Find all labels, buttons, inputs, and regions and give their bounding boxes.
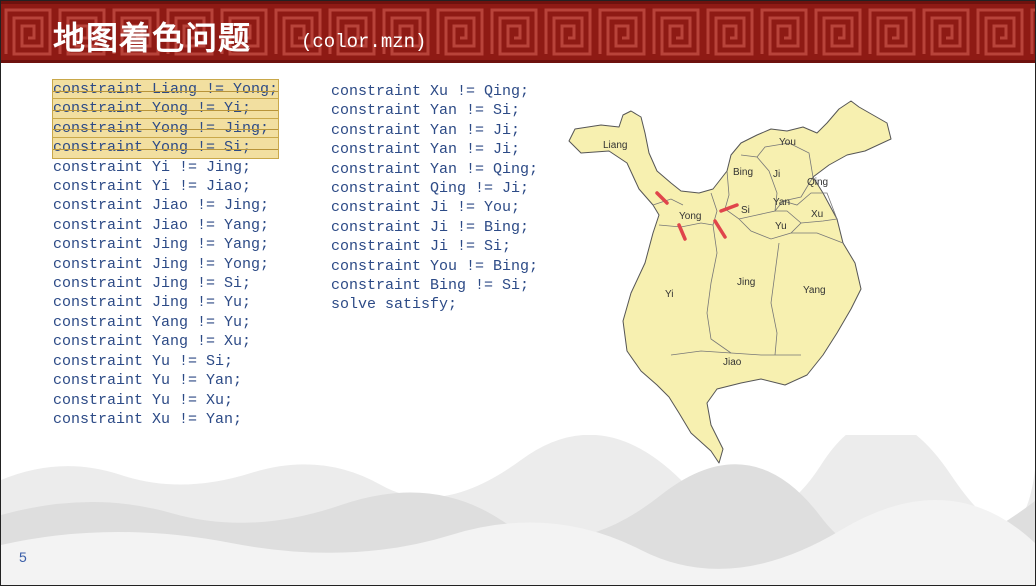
code-line: constraint Yu != Yan; (53, 372, 243, 390)
code-column-right: constraint Xu != Qing; constraint Yan != … (331, 82, 538, 315)
page-title: 地图着色问题 (53, 19, 252, 57)
highlighted-code-line: constraint Liang != Yong; (51, 78, 280, 101)
label-yan: Yan (773, 197, 790, 208)
page-number: 5 (19, 549, 27, 565)
label-liang: Liang (603, 140, 627, 151)
label-jiao: Jiao (723, 357, 742, 368)
label-yi: Yi (665, 289, 674, 300)
label-jing: Jing (737, 277, 755, 288)
highlighted-code-line: constraint Yong != Jing; (51, 117, 280, 140)
code-line: solve satisfy; (331, 296, 458, 314)
slide: 地图着色问题 (color.mzn) constraint Liang != Y… (0, 0, 1036, 586)
code-line: constraint Yi != Jiao; (53, 178, 252, 196)
highlighted-code-line: constraint Yong != Yi; (51, 98, 280, 120)
code-line: constraint Yu != Xu; (53, 391, 234, 409)
code-line: constraint Jiao != Jing; (53, 197, 270, 215)
code-line: constraint Yi != Jing; (53, 158, 252, 176)
code-line: constraint Jing != Yang; (53, 236, 270, 254)
code-line: constraint Ji != Bing; (331, 218, 530, 236)
label-xu: Xu (811, 209, 823, 220)
label-ji: Ji (773, 169, 780, 180)
label-you: You (779, 137, 796, 148)
label-yang: Yang (803, 285, 826, 296)
code-line: constraint Yang != Xu; (53, 333, 252, 351)
highlighted-code-line: constraint Yong != Si; (51, 137, 280, 159)
label-yong: Yong (679, 211, 701, 222)
china-province-map: Liang Yong Yi Jing Yang Jiao Si Bing Ji … (568, 100, 892, 464)
code-column-left: constraint Liang != Yong; constraint Yong… (51, 78, 280, 429)
code-line: constraint Ji != You; (331, 199, 521, 217)
code-line: constraint Ji != Si; (331, 238, 512, 256)
code-line: constraint Jing != Si; (53, 275, 252, 293)
code-line: constraint Jiao != Yang; (53, 216, 270, 234)
map-outline (568, 100, 892, 464)
title-banner: 地图着色问题 (color.mzn) (1, 1, 1035, 63)
label-si: Si (741, 205, 750, 216)
code-line: constraint Yan != Ji; (331, 141, 521, 159)
label-yu: Yu (775, 221, 787, 232)
code-line: constraint Jing != Yu; (53, 294, 252, 312)
code-line: constraint Yan != Qing; (331, 160, 539, 178)
label-qing: Qing (807, 177, 828, 188)
map-fill (568, 100, 892, 464)
code-line: constraint You != Bing; (331, 257, 539, 275)
code-line: constraint Jing != Yong; (53, 255, 270, 273)
code-line: constraint Xu != Qing; (331, 83, 530, 100)
code-line: constraint Qing != Ji; (331, 180, 530, 198)
code-line: constraint Yang != Yu; (53, 313, 252, 331)
label-bing: Bing (733, 167, 753, 178)
code-line: constraint Yan != Ji; (331, 121, 521, 139)
code-line: constraint Yu != Si; (53, 352, 234, 370)
code-line: constraint Yan != Si; (331, 102, 521, 120)
code-line: constraint Bing != Si; (331, 277, 530, 295)
page-subtitle: (color.mzn) (301, 31, 427, 53)
code-line: constraint Xu != Yan; (53, 410, 243, 428)
